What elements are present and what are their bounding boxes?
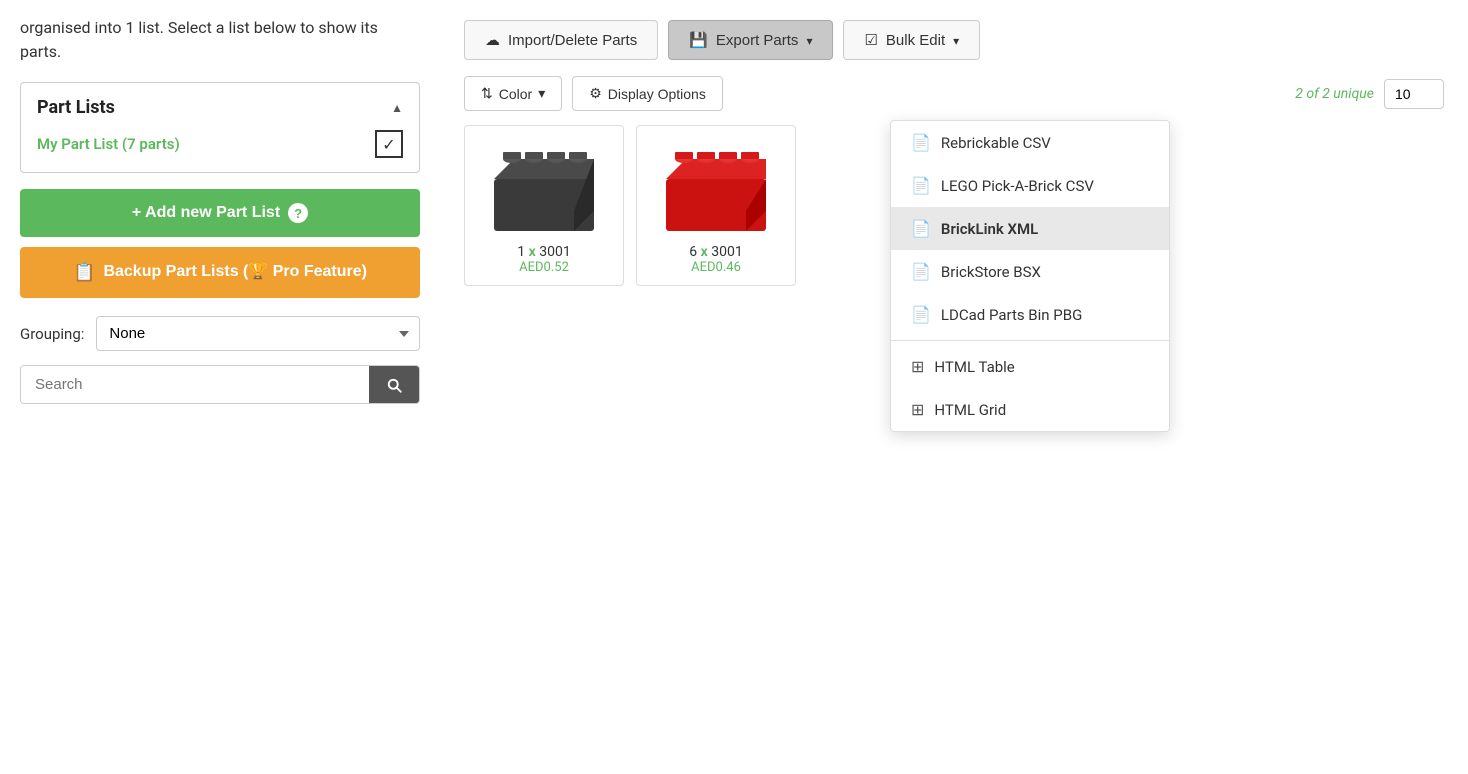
filter-row: ⇅ Color ▾ ⚙ Display Options 2 of 2 uniqu… <box>464 76 1444 111</box>
file-icon-3: 📄 <box>911 219 931 238</box>
part-price-1: AED0.52 <box>475 260 613 275</box>
part-image-red <box>656 136 776 236</box>
help-icon: ? <box>288 203 308 223</box>
add-part-list-label: + Add new Part List <box>132 204 280 222</box>
file-icon: 📄 <box>911 133 931 152</box>
export-brickstore-bsx[interactable]: 📄 BrickStore BSX <box>891 250 1169 293</box>
import-icon: ☁ <box>485 31 500 49</box>
sort-icon: ⇅ <box>481 85 493 102</box>
export-html-grid[interactable]: ⊞ HTML Grid <box>891 388 1169 431</box>
import-delete-button[interactable]: ☁ Import/Delete Parts <box>464 20 658 60</box>
part-image-dark <box>484 136 604 236</box>
bulk-edit-label: Bulk Edit <box>886 32 945 49</box>
collapse-icon[interactable]: ▲ <box>391 101 403 115</box>
part-card-1[interactable]: 1 x 3001 AED0.52 <box>464 125 624 286</box>
part-list-checkbox[interactable]: ✓ <box>375 130 403 158</box>
add-part-list-button[interactable]: + Add new Part List ? <box>20 189 420 237</box>
grouping-label: Grouping: <box>20 325 84 343</box>
export-lego-csv[interactable]: 📄 LEGO Pick-A-Brick CSV <box>891 164 1169 207</box>
part-qty-1: 1 x 3001 <box>475 244 613 260</box>
color-filter-button[interactable]: ⇅ Color ▾ <box>464 76 562 111</box>
toolbar: ☁ Import/Delete Parts 💾 Export Parts ☑ B… <box>464 20 1444 60</box>
unique-count: 2 of 2 unique <box>1295 86 1374 102</box>
ldcad-pbg-label: LDCad Parts Bin PBG <box>941 306 1082 324</box>
search-row <box>20 365 420 404</box>
import-label: Import/Delete Parts <box>508 32 637 49</box>
lego-csv-label: LEGO Pick-A-Brick CSV <box>941 177 1094 195</box>
brickstore-bsx-label: BrickStore BSX <box>941 263 1041 281</box>
display-options-label: Display Options <box>608 86 706 102</box>
html-table-label: HTML Table <box>934 358 1014 376</box>
grid-icon: ⊞ <box>911 400 924 419</box>
search-icon <box>385 376 403 394</box>
bulk-edit-button[interactable]: ☑ Bulk Edit <box>843 20 980 60</box>
export-ldcad-pbg[interactable]: 📄 LDCad Parts Bin PBG <box>891 293 1169 336</box>
bricklink-xml-label: BrickLink XML <box>941 220 1038 238</box>
page-count-input[interactable] <box>1384 79 1444 109</box>
gear-icon: ⚙ <box>589 85 602 102</box>
file-icon-5: 📄 <box>911 305 931 324</box>
part-list-item-label: My Part List (7 parts) <box>37 135 180 153</box>
part-card-2[interactable]: 6 x 3001 AED0.46 <box>636 125 796 286</box>
export-label: Export Parts <box>716 32 799 49</box>
grouping-row: Grouping: None Color Category <box>20 316 420 351</box>
file-icon-2: 📄 <box>911 176 931 195</box>
export-bricklink-xml[interactable]: 📄 BrickLink XML <box>891 207 1169 250</box>
export-html-table[interactable]: ⊞ HTML Table <box>891 345 1169 388</box>
part-qty-2: 6 x 3001 <box>647 244 785 260</box>
export-icon: 💾 <box>689 31 708 49</box>
rebrickable-csv-label: Rebrickable CSV <box>941 134 1051 152</box>
grouping-select[interactable]: None Color Category <box>96 316 420 351</box>
part-lists-header: Part Lists ▲ <box>37 97 403 118</box>
file-icon-4: 📄 <box>911 262 931 281</box>
display-options-button[interactable]: ⚙ Display Options <box>572 76 723 111</box>
export-parts-button[interactable]: 💾 Export Parts <box>668 20 833 60</box>
part-price-2: AED0.46 <box>647 260 785 275</box>
search-button[interactable] <box>369 366 419 403</box>
part-lists-box: Part Lists ▲ My Part List (7 parts) ✓ <box>20 82 420 173</box>
dropdown-divider <box>891 340 1169 341</box>
bulk-edit-caret <box>953 32 959 49</box>
backup-button[interactable]: 📋 Backup Part Lists (🏆 Pro Feature) <box>20 247 420 298</box>
table-icon: ⊞ <box>911 357 924 376</box>
search-input[interactable] <box>21 366 369 403</box>
html-grid-label: HTML Grid <box>934 401 1006 419</box>
backup-icon: 📋 <box>73 261 95 284</box>
color-caret: ▾ <box>538 85 545 102</box>
part-list-item[interactable]: My Part List (7 parts) ✓ <box>37 130 403 158</box>
part-lists-title: Part Lists <box>37 97 115 118</box>
bulk-edit-icon: ☑ <box>864 31 877 49</box>
export-caret <box>806 32 812 49</box>
export-dropdown-menu: 📄 Rebrickable CSV 📄 LEGO Pick-A-Brick CS… <box>890 120 1170 432</box>
backup-label: Backup Part Lists (🏆 Pro Feature) <box>103 262 367 283</box>
color-filter-label: Color <box>499 86 532 102</box>
sidebar: organised into 1 list. Select a list bel… <box>0 0 440 774</box>
intro-text: organised into 1 list. Select a list bel… <box>20 16 420 64</box>
export-rebrickable-csv[interactable]: 📄 Rebrickable CSV <box>891 121 1169 164</box>
